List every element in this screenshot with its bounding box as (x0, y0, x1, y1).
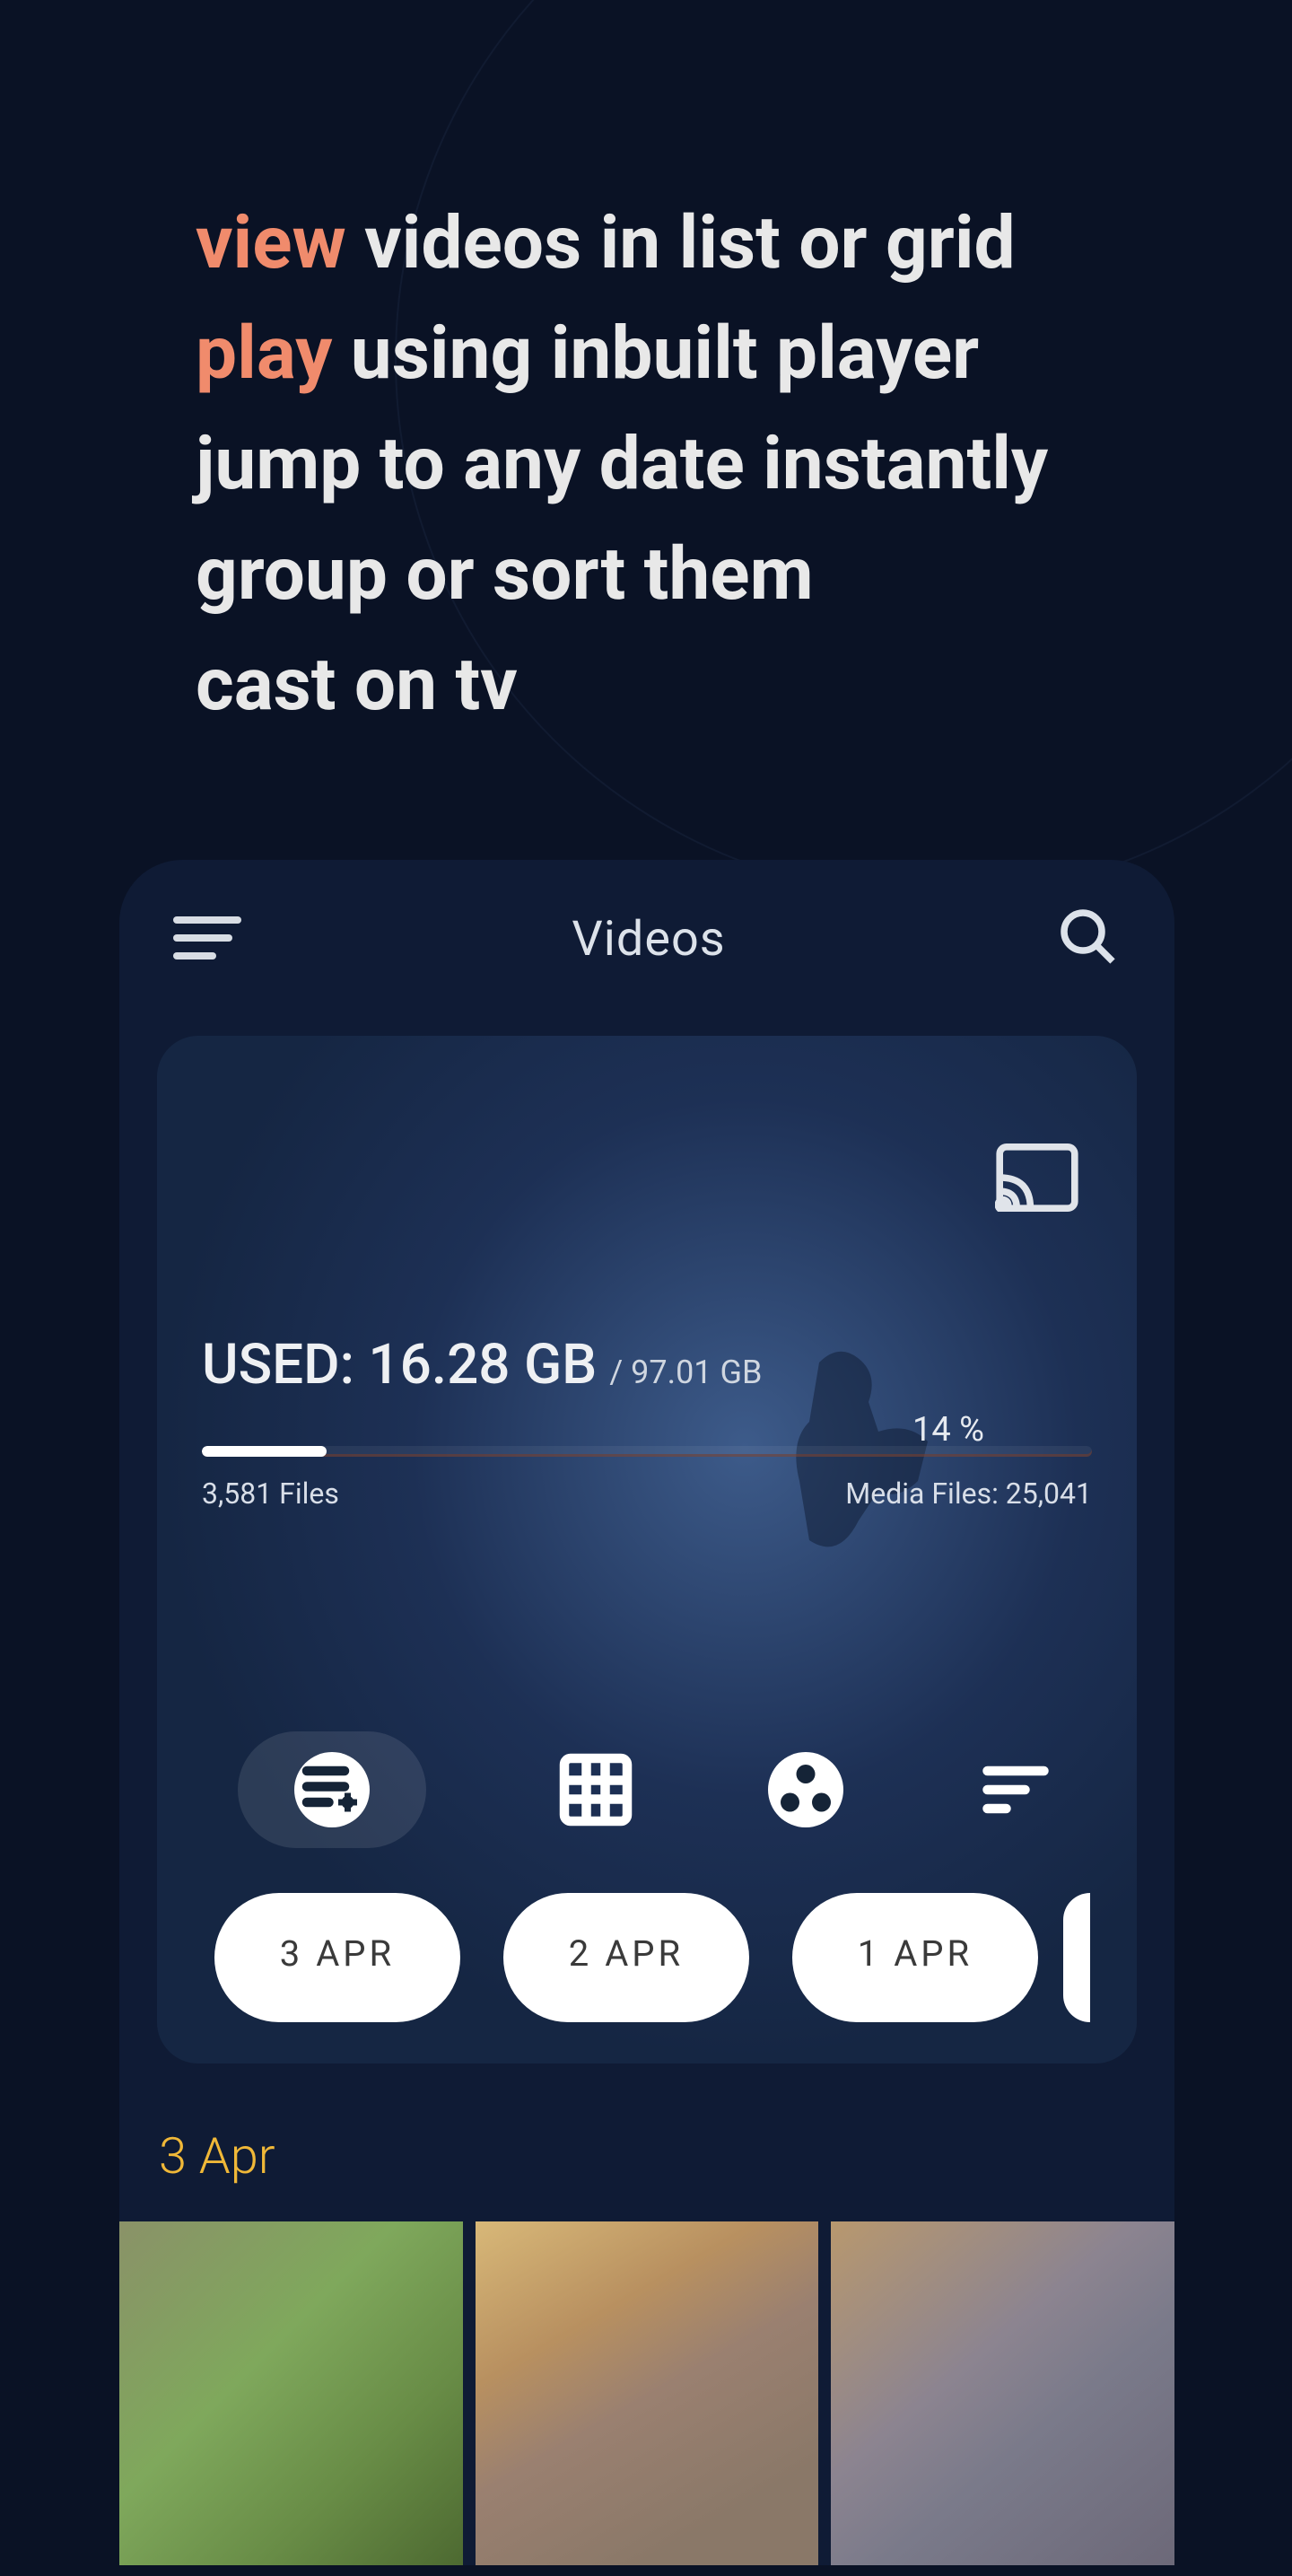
date-chips: 3 APR 2 APR 1 APR (214, 1893, 1090, 2022)
app-topbar: Videos (119, 860, 1174, 1036)
media-file-count: Media Files: 25,041 (845, 1476, 1092, 1511)
screen-title: Videos (572, 911, 725, 968)
video-thumbnail[interactable] (831, 2221, 1174, 2565)
storage-percent: 14 % (912, 1410, 984, 1450)
sort-button[interactable] (975, 1749, 1056, 1830)
video-grid (119, 2221, 1174, 2565)
playlist-add-button[interactable] (238, 1731, 426, 1848)
video-thumbnail[interactable] (119, 2221, 463, 2565)
view-controls (202, 1731, 1092, 1848)
date-chip-peek[interactable] (1063, 1893, 1090, 2022)
accent-word: play (196, 311, 332, 397)
accent-word: view (196, 200, 346, 286)
date-chip[interactable]: 2 APR (503, 1893, 749, 2022)
file-count: 3,581 Files (202, 1476, 339, 1511)
search-icon[interactable] (1056, 905, 1121, 973)
storage-used: USED: 16.28 GB (202, 1332, 597, 1398)
marketing-headline: view videos in list or grid play using i… (196, 188, 1138, 740)
video-thumbnail[interactable] (476, 2221, 819, 2565)
date-chip[interactable]: 3 APR (214, 1893, 460, 2022)
date-section-header: 3 Apr (159, 2126, 1174, 2186)
storage-info: USED: 16.28 GB / 97.01 GB 14 % 3,581 Fil… (202, 1332, 1092, 1511)
group-button[interactable] (765, 1749, 846, 1830)
menu-icon[interactable] (173, 916, 241, 961)
date-chip[interactable]: 1 APR (792, 1893, 1038, 2022)
storage-total: / 97.01 GB (609, 1354, 762, 1391)
grid-view-button[interactable] (555, 1749, 636, 1830)
storage-card: USED: 16.28 GB / 97.01 GB 14 % 3,581 Fil… (157, 1036, 1137, 2063)
storage-progress-fill (202, 1446, 327, 1457)
phone-screenshot: Videos USED: 16.28 GB / 97.01 GB 14 % 3,… (119, 860, 1174, 2565)
cast-icon[interactable] (995, 1143, 1079, 1215)
